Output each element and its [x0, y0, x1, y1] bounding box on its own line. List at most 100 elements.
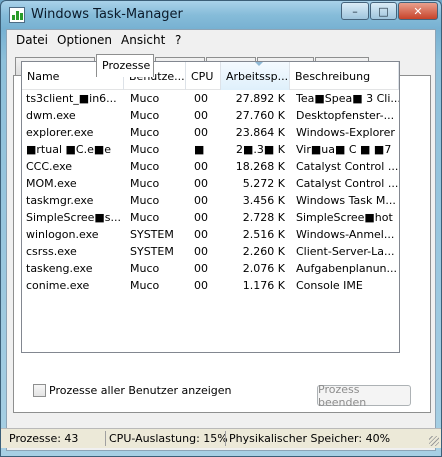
process-user-cell: Muco: [130, 160, 160, 173]
process-desc-cell: Catalyst Control ...: [296, 160, 399, 173]
process-name-cell: ■rtual ■C.e■e: [26, 143, 111, 156]
process-name-cell: SimpleScree■s...: [26, 211, 122, 224]
process-cpu-cell: 00: [194, 126, 208, 139]
resize-grip[interactable]: [429, 436, 439, 446]
process-row[interactable]: taskeng.exe Muco 00 2.076 K Aufgabenplanun..…: [22, 260, 399, 277]
menu-datei[interactable]: Datei: [16, 33, 48, 47]
process-list-header: Name Benutze... CPU Arbeitssp... Beschre…: [22, 62, 399, 90]
process-desc-cell: Vir■ua■ C ■ ■7: [296, 143, 392, 156]
process-row[interactable]: ts3client_■in6... Muco 00 27.892 K Tea■Spea■…: [22, 90, 399, 107]
process-mem-cell: 5.272 K: [242, 177, 285, 190]
process-row[interactable]: explorer.exe Muco 00 23.864 K Windows-Explor…: [22, 124, 399, 141]
process-mem-cell: 2.516 K: [242, 228, 285, 241]
process-user-cell: Muco: [130, 109, 160, 122]
process-desc-cell: Windows-Explorer: [296, 126, 395, 139]
process-desc-cell: Desktopfenster-...: [296, 109, 395, 122]
title-bar[interactable]: Windows Task-Manager – □ ✕: [1, 1, 441, 29]
process-row[interactable]: taskmgr.exe Muco 00 3.456 K Windows Task M..…: [22, 192, 399, 209]
process-mem-cell: 23.864 K: [235, 126, 285, 139]
status-processes: Prozesse: 43: [9, 432, 79, 445]
process-cpu-cell: 00: [194, 279, 208, 292]
menu-ansicht[interactable]: Ansicht: [121, 33, 165, 47]
process-mem-cell: 2■.3■ K: [236, 143, 285, 156]
process-row[interactable]: conime.exe Muco 00 1.176 K Console IME: [22, 277, 399, 294]
sort-descending-icon: [255, 62, 263, 66]
menu-optionen[interactable]: Optionen: [57, 33, 112, 47]
process-name-cell: taskeng.exe: [26, 262, 93, 275]
process-cpu-cell: 00: [194, 262, 208, 275]
process-desc-cell: Windows Task M...: [296, 194, 396, 207]
column-header-description[interactable]: Beschreibung: [290, 62, 399, 90]
process-row[interactable]: MOM.exe Muco 00 5.272 K Catalyst Control ...: [22, 175, 399, 192]
process-name-cell: dwm.exe: [26, 109, 76, 122]
process-cpu-cell: 00: [194, 109, 208, 122]
process-mem-cell: 1.176 K: [242, 279, 285, 292]
status-cpu: CPU-Auslastung: 15%: [109, 432, 228, 445]
process-mem-cell: 27.760 K: [235, 109, 285, 122]
process-name-cell: winlogon.exe: [26, 228, 99, 241]
process-row[interactable]: SimpleScree■s... Muco 00 2.728 K SimpleScree…: [22, 209, 399, 226]
status-separator: [105, 431, 106, 446]
task-manager-icon: [9, 7, 25, 23]
process-user-cell: Muco: [130, 262, 160, 275]
column-header-memory-label: Arbeitssp...: [226, 70, 289, 83]
process-row[interactable]: dwm.exe Muco 00 27.760 K Desktopfenster-...: [22, 107, 399, 124]
process-cpu-cell: 00: [194, 177, 208, 190]
show-all-users-label: Prozesse aller Benutzer anzeigen: [49, 384, 232, 397]
tab-prozesse[interactable]: Prozesse: [96, 54, 154, 77]
process-name-cell: explorer.exe: [26, 126, 94, 139]
process-user-cell: Muco: [130, 143, 160, 156]
process-row[interactable]: CCC.exe Muco 00 18.268 K Catalyst Control ..…: [22, 158, 399, 175]
process-desc-cell: Aufgabenplanun...: [296, 262, 397, 275]
process-name-cell: conime.exe: [26, 279, 90, 292]
process-cpu-cell: 00: [194, 194, 208, 207]
maximize-button[interactable]: □: [370, 2, 397, 20]
process-name-cell: taskmgr.exe: [26, 194, 94, 207]
process-mem-cell: 18.268 K: [235, 160, 285, 173]
menu-bar: Datei Optionen Ansicht ?: [7, 30, 435, 50]
process-desc-cell: Windows-Anmel...: [296, 228, 395, 241]
process-mem-cell: 27.892 K: [235, 92, 285, 105]
process-user-cell: Muco: [130, 194, 160, 207]
process-desc-cell: Client-Server-La...: [296, 245, 395, 258]
process-name-cell: ts3client_■in6...: [26, 92, 117, 105]
process-cpu-cell: 00: [194, 228, 208, 241]
close-button[interactable]: ✕: [398, 2, 438, 20]
process-mem-cell: 2.728 K: [242, 211, 285, 224]
process-cpu-cell: 00: [194, 92, 208, 105]
menu-help[interactable]: ?: [175, 33, 181, 47]
process-cpu-cell: 00: [194, 245, 208, 258]
process-list[interactable]: Name Benutze... CPU Arbeitssp... Beschre…: [21, 61, 400, 353]
end-process-button[interactable]: Prozess beenden: [317, 383, 411, 409]
column-header-memory[interactable]: Arbeitssp...: [221, 62, 290, 90]
process-user-cell: Muco: [130, 211, 160, 224]
process-name-cell: csrss.exe: [26, 245, 77, 258]
process-cpu-cell: ■: [194, 143, 205, 156]
process-desc-cell: Console IME: [296, 279, 363, 292]
minimize-button[interactable]: –: [341, 2, 369, 20]
process-mem-cell: 3.456 K: [242, 194, 285, 207]
process-user-cell: Muco: [130, 177, 160, 190]
process-desc-cell: Tea■Spea■ 3 Cli...: [296, 92, 400, 105]
status-separator: [225, 431, 226, 446]
process-user-cell: Muco: [130, 126, 160, 139]
process-user-cell: Muco: [130, 92, 160, 105]
process-row[interactable]: csrss.exe SYSTEM 00 2.260 K Client-Server-La…: [22, 243, 399, 260]
process-user-cell: SYSTEM: [130, 245, 174, 258]
process-mem-cell: 2.260 K: [242, 245, 285, 258]
process-user-cell: Muco: [130, 279, 160, 292]
show-all-users-checkbox[interactable]: [33, 384, 46, 397]
window-title: Windows Task-Manager: [31, 7, 183, 22]
process-row[interactable]: ■rtual ■C.e■e Muco ■ 2■.3■ K Vir■ua■ C ■ ■7: [22, 141, 399, 158]
process-name-cell: MOM.exe: [26, 177, 77, 190]
status-bar: Prozesse: 43 CPU-Auslastung: 15% Physika…: [1, 428, 441, 448]
column-header-cpu[interactable]: CPU: [186, 62, 221, 90]
process-desc-cell: SimpleScree■hot: [296, 211, 393, 224]
process-cpu-cell: 00: [194, 160, 208, 173]
task-manager-window: Windows Task-Manager – □ ✕ Datei Optione…: [0, 0, 442, 457]
process-name-cell: CCC.exe: [26, 160, 73, 173]
process-row[interactable]: winlogon.exe SYSTEM 00 2.516 K Windows-Anmel…: [22, 226, 399, 243]
process-cpu-cell: 00: [194, 211, 208, 224]
status-memory: Physikalischer Speicher: 40%: [229, 432, 391, 445]
process-desc-cell: Catalyst Control ...: [296, 177, 399, 190]
